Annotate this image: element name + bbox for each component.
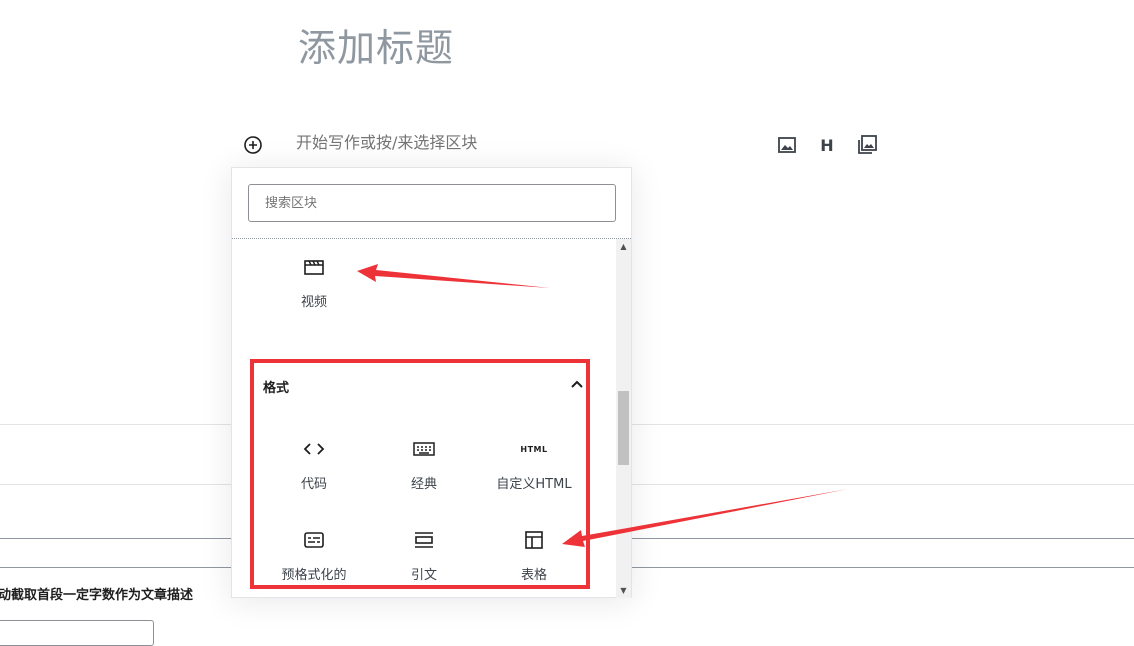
excerpt-label: 动截取首段一定字数作为文章描述: [0, 588, 194, 603]
pullquote-icon: [415, 532, 433, 548]
gallery-icon: [858, 135, 877, 154]
category-title-formatting[interactable]: 格式: [263, 377, 289, 396]
block-item-label: 自定义HTML: [496, 477, 572, 492]
results-scrollbar[interactable]: ▲ ▼: [616, 239, 631, 598]
paragraph-placeholder[interactable]: 开始写作或按/来选择区块: [296, 131, 477, 155]
block-item-custom-html[interactable]: HTML 自定义HTML: [479, 421, 589, 501]
scrollbar-thumb[interactable]: [618, 391, 629, 465]
scroll-down-arrow-icon[interactable]: ▼: [616, 583, 631, 598]
block-item-label: 预格式化的: [281, 568, 347, 583]
keyboard-icon: [413, 442, 435, 456]
block-search-input[interactable]: [248, 184, 616, 222]
block-inserter-panel: 视频 格式 代码 经典: [231, 167, 632, 598]
plus-circle-icon: [244, 136, 262, 154]
insert-image-button[interactable]: [776, 134, 798, 156]
block-item-label: 代码: [300, 477, 327, 492]
table-icon: [525, 531, 543, 549]
block-item-pullquote[interactable]: 引文: [369, 512, 479, 592]
block-item-table[interactable]: 表格: [479, 512, 589, 592]
block-results-list: 视频 格式 代码 经典 HTML 自定义HTML 预格式化的 引文 表格 ▲ ▼: [232, 238, 631, 598]
html-icon: HTML: [520, 444, 548, 454]
insert-gallery-button[interactable]: [856, 134, 878, 156]
block-item-code[interactable]: 代码: [259, 421, 369, 501]
block-item-label: 表格: [520, 568, 547, 583]
scroll-up-arrow-icon[interactable]: ▲: [616, 239, 631, 254]
video-icon: [304, 260, 324, 275]
heading-icon: H: [820, 135, 834, 155]
block-item-label: 视频: [300, 295, 327, 310]
block-item-classic[interactable]: 经典: [369, 421, 479, 501]
insert-heading-button[interactable]: H: [816, 134, 838, 156]
block-item-preformatted[interactable]: 预格式化的: [259, 512, 369, 592]
chevron-up-icon[interactable]: [570, 377, 584, 391]
add-block-button[interactable]: [242, 134, 264, 156]
code-icon: [303, 443, 325, 455]
excerpt-input[interactable]: [0, 620, 154, 646]
block-item-video[interactable]: 视频: [259, 239, 369, 319]
block-item-label: 引文: [410, 568, 437, 583]
preformatted-icon: [304, 532, 324, 548]
block-item-label: 经典: [410, 477, 437, 492]
post-title-placeholder[interactable]: 添加标题: [298, 22, 454, 74]
image-icon: [778, 137, 796, 153]
